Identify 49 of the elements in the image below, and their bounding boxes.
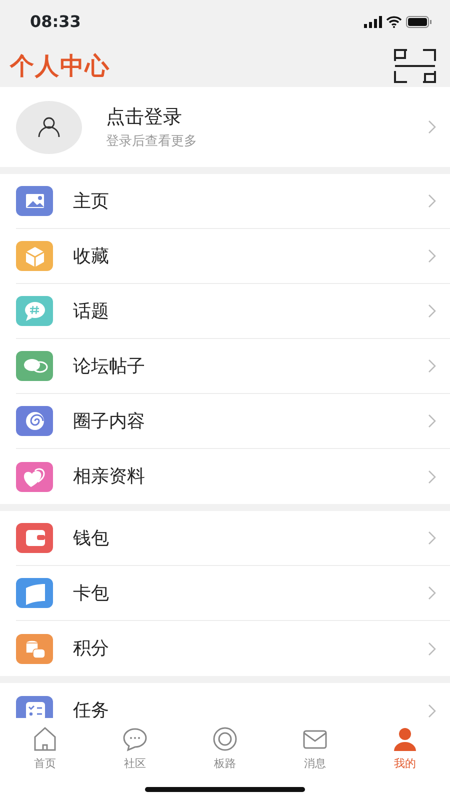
battery-icon — [406, 16, 432, 28]
chevron-icon — [428, 704, 436, 718]
chevron-icon — [428, 194, 436, 208]
menu-row[interactable]: 钱包 — [0, 511, 450, 566]
chevron-icon — [428, 120, 436, 134]
tab-item[interactable]: 消息 — [270, 718, 360, 800]
chevron-icon — [428, 249, 436, 263]
signal-icon — [364, 16, 382, 28]
chevron-icon — [428, 586, 436, 600]
chevron-icon — [428, 642, 436, 656]
page-title: 个人中心 — [10, 50, 110, 82]
login-row[interactable]: 点击登录 登录后查看更多 — [0, 87, 450, 167]
tab-item[interactable]: 社区 — [90, 718, 180, 800]
tab-item[interactable]: 我的 — [360, 718, 450, 800]
menu-label: 积分 — [73, 637, 110, 661]
menu-row[interactable]: 相亲资料 — [0, 449, 450, 504]
target-icon — [212, 726, 238, 752]
chevron-icon — [428, 470, 436, 484]
menu-label: 卡包 — [73, 582, 110, 606]
login-title: 点击登录 — [106, 105, 183, 130]
chat-icon — [122, 726, 148, 752]
scan-button[interactable] — [394, 48, 436, 82]
tab-item[interactable]: 首页 — [0, 718, 90, 800]
menu-row[interactable]: 积分 — [0, 621, 450, 676]
menu-label: 主页 — [73, 190, 110, 214]
login-subtitle: 登录后查看更多 — [106, 132, 198, 150]
menu-label: 话题 — [73, 300, 110, 324]
menu-row[interactable]: 主页 — [0, 174, 450, 229]
menu-label: 圈子内容 — [73, 410, 146, 434]
person-icon — [392, 726, 418, 752]
menu-label: 相亲资料 — [73, 465, 146, 489]
home-icon — [32, 726, 58, 752]
menu-label: 论坛帖子 — [73, 354, 146, 378]
wifi-icon — [386, 16, 402, 28]
menu-row[interactable]: 卡包 — [0, 566, 450, 621]
menu-row[interactable]: 话题 — [0, 284, 450, 339]
menu-label: 收藏 — [73, 244, 110, 268]
menu-label: 钱包 — [73, 526, 110, 550]
scan-icon — [394, 48, 436, 82]
chevron-icon — [428, 359, 436, 373]
menu-row[interactable]: 收藏 — [0, 229, 450, 284]
chevron-icon — [428, 304, 436, 318]
menu-row[interactable]: 圈子内容 — [0, 394, 450, 449]
status-time: 08:33 — [30, 11, 81, 33]
tab-item[interactable]: 板路 — [180, 718, 270, 800]
chevron-icon — [428, 414, 436, 428]
person-icon — [38, 116, 60, 138]
chevron-icon — [428, 531, 436, 545]
menu-row[interactable]: 论坛帖子 — [0, 339, 450, 394]
